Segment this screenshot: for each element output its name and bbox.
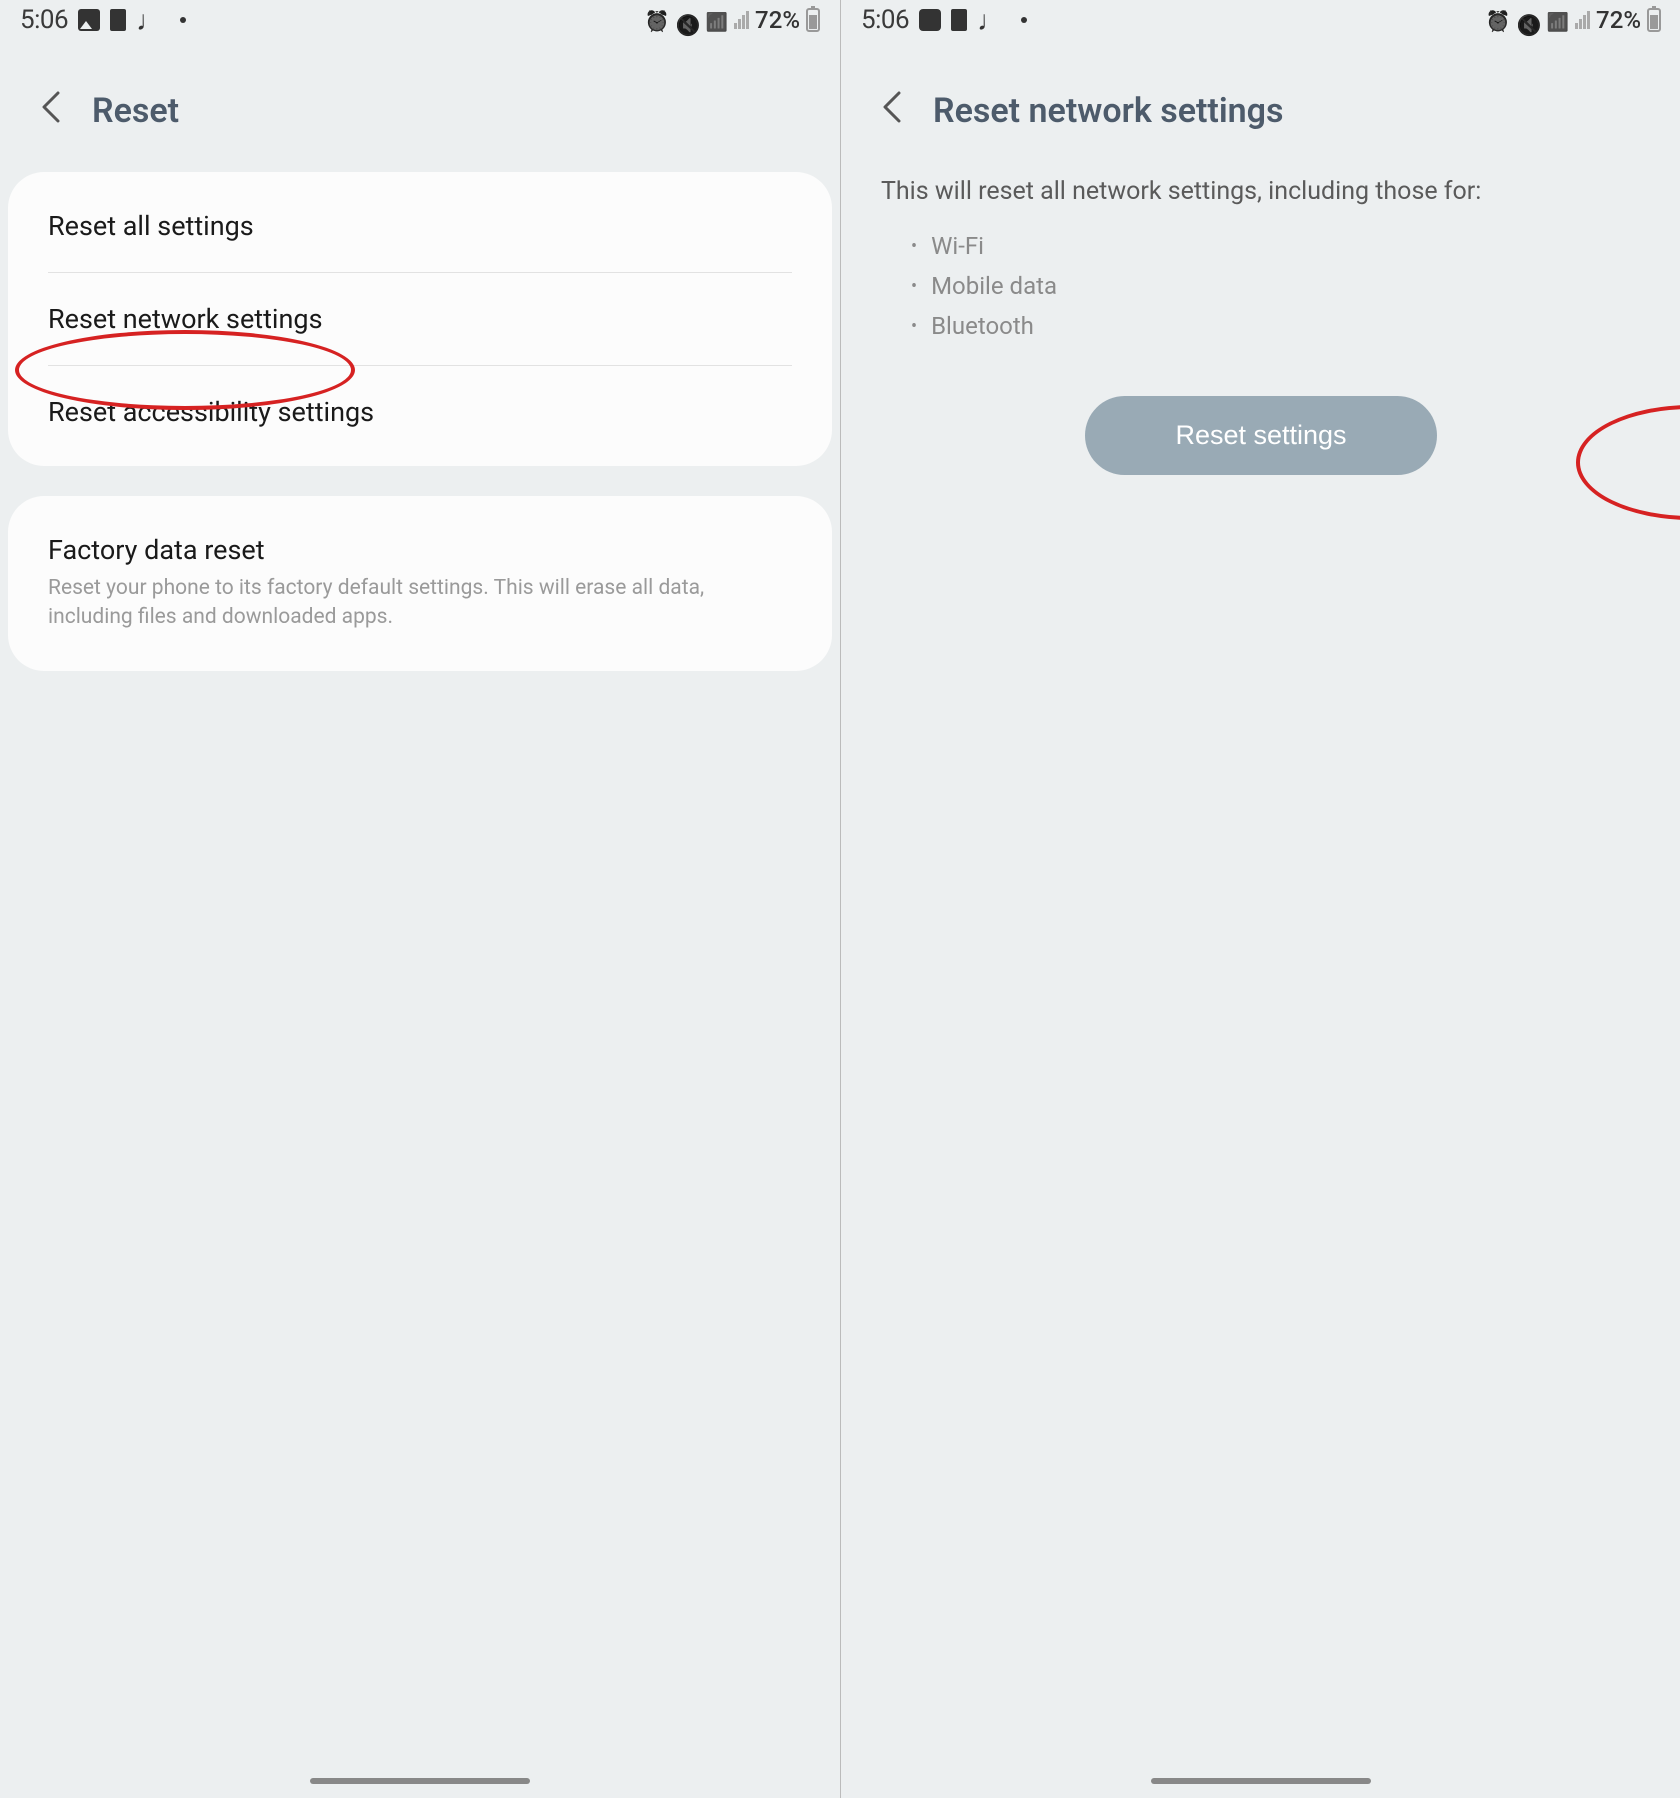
mute-icon: [676, 10, 700, 30]
reset-options-card: Reset all settings Reset network setting…: [8, 172, 832, 466]
cellular-signal-icon: [734, 11, 749, 29]
list-item-description: Reset your phone to its factory default …: [48, 574, 792, 633]
battery-icon: [806, 8, 820, 32]
bullet-mobile-data: Mobile data: [911, 266, 1641, 306]
status-time: 5:06: [20, 5, 68, 35]
wifi-icon: [1547, 6, 1569, 35]
home-indicator[interactable]: [1151, 1778, 1371, 1784]
app-square-icon: [110, 9, 126, 31]
status-bar: 5:06 72%: [0, 0, 840, 40]
bullet-label: Bluetooth: [931, 312, 1034, 340]
status-bar: 5:06 72%: [841, 0, 1680, 40]
bullet-bluetooth: Bluetooth: [911, 306, 1641, 346]
back-icon[interactable]: [40, 90, 62, 132]
home-indicator[interactable]: [310, 1778, 530, 1784]
battery-percentage: 72%: [1596, 6, 1641, 34]
app-square-icon: [951, 9, 967, 31]
mute-icon: [1517, 10, 1541, 30]
bullet-label: Wi-Fi: [931, 232, 984, 260]
cellular-signal-icon: [1575, 11, 1590, 29]
battery-percentage: 72%: [755, 6, 800, 34]
gallery-icon: [78, 9, 100, 31]
list-item-label: Reset accessibility settings: [48, 396, 792, 428]
music-note-icon: [136, 4, 164, 37]
reset-network-settings-screen: 5:06 72% Reset network settings This wil: [841, 0, 1680, 1798]
bullet-wifi: Wi-Fi: [911, 226, 1641, 266]
factory-reset-card: Factory data reset Reset your phone to i…: [8, 496, 832, 671]
bullet-label: Mobile data: [931, 272, 1057, 300]
battery-icon: [1647, 8, 1661, 32]
list-item-label: Reset network settings: [48, 303, 792, 335]
reset-network-settings-item[interactable]: Reset network settings: [8, 273, 832, 365]
network-reset-bullet-list: Wi-Fi Mobile data Bluetooth: [841, 226, 1680, 376]
wifi-icon: [706, 6, 728, 35]
page-title: Reset network settings: [933, 91, 1284, 131]
reset-accessibility-settings-item[interactable]: Reset accessibility settings: [8, 366, 832, 458]
reset-menu-screen: 5:06 72% Reset Reset all: [0, 0, 840, 1798]
status-time: 5:06: [861, 5, 909, 35]
alarm-icon: [645, 6, 670, 35]
intro-text: This will reset all network settings, in…: [841, 172, 1680, 226]
button-container: Reset settings: [841, 376, 1680, 495]
factory-data-reset-item[interactable]: Factory data reset Reset your phone to i…: [8, 504, 832, 663]
list-item-label: Reset all settings: [48, 210, 792, 242]
reset-all-settings-item[interactable]: Reset all settings: [8, 180, 832, 272]
page-header: Reset network settings: [841, 40, 1680, 172]
music-note-icon: [977, 4, 1005, 37]
list-item-label: Factory data reset: [48, 534, 792, 566]
more-notifications-icon: [180, 17, 186, 23]
reset-settings-button[interactable]: Reset settings: [1085, 396, 1436, 475]
back-icon[interactable]: [881, 90, 903, 132]
page-title: Reset: [92, 91, 179, 131]
page-header: Reset: [0, 40, 840, 172]
alarm-icon: [1486, 6, 1511, 35]
app-icon: [919, 9, 941, 31]
more-notifications-icon: [1021, 17, 1027, 23]
